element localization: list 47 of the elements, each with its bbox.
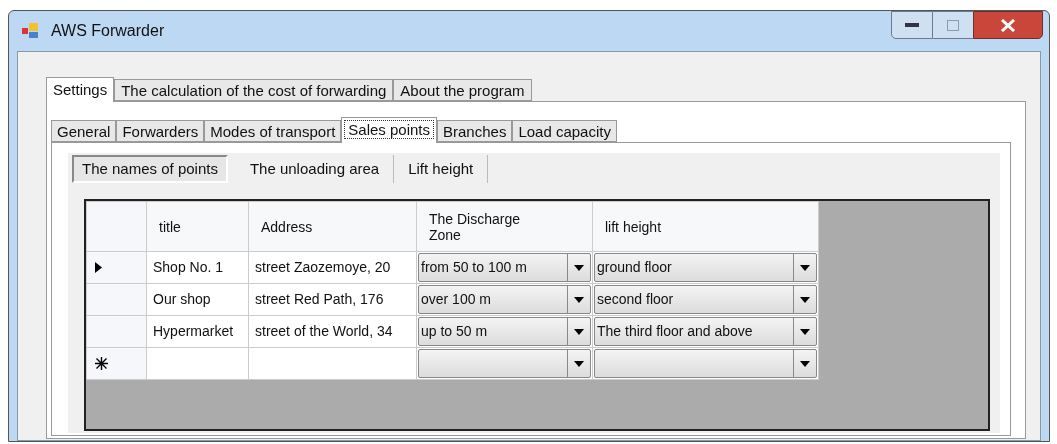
new-row-icon bbox=[95, 357, 108, 370]
tab[interactable]: The unloading area bbox=[235, 155, 395, 183]
column-header[interactable]: lift height bbox=[592, 201, 819, 252]
row-header[interactable] bbox=[86, 347, 147, 380]
table-cell: street Zaozemoye, 20 bbox=[255, 259, 391, 275]
table-cell: street Red Path, 176 bbox=[255, 291, 384, 307]
column-header[interactable]: Address bbox=[248, 201, 417, 252]
dropdown-field[interactable] bbox=[418, 349, 591, 378]
tab[interactable]: Modes of transport bbox=[204, 120, 342, 142]
tab[interactable]: General bbox=[51, 120, 117, 142]
maximize-icon bbox=[947, 19, 959, 31]
minimize-button[interactable] bbox=[891, 11, 933, 39]
tab[interactable]: Forwarders bbox=[116, 120, 205, 142]
dropdown-field[interactable]: over 100 m bbox=[418, 285, 591, 314]
window-title: AWS Forwarder bbox=[51, 21, 165, 41]
tab[interactable]: Lift height bbox=[394, 155, 489, 183]
dropdown-arrow-icon bbox=[574, 296, 584, 303]
dropdown-field[interactable]: The third floor and above bbox=[594, 317, 817, 346]
dropdown-arrow-icon bbox=[574, 264, 584, 271]
dropdown-arrow-icon bbox=[800, 296, 810, 303]
tab[interactable]: Branches bbox=[437, 120, 513, 142]
column-header[interactable]: title bbox=[146, 201, 249, 252]
column-header[interactable]: The Discharge Zone bbox=[416, 201, 593, 252]
dropdown-field[interactable]: up to 50 m bbox=[418, 317, 591, 346]
tab[interactable]: Load capacity bbox=[512, 120, 617, 142]
dropdown-arrow-icon bbox=[800, 328, 810, 335]
close-button[interactable] bbox=[973, 11, 1043, 39]
close-icon bbox=[1000, 18, 1016, 32]
tab[interactable]: The names of points bbox=[72, 155, 228, 183]
table-cell: Our shop bbox=[153, 291, 211, 307]
tab[interactable]: Sales points bbox=[341, 117, 437, 143]
minimize-icon bbox=[905, 22, 919, 28]
table-cell: Shop No. 1 bbox=[153, 259, 224, 275]
table-cell: Hypermarket bbox=[153, 323, 234, 339]
tab[interactable]: Settings bbox=[46, 77, 115, 102]
dropdown-arrow-icon bbox=[800, 360, 810, 367]
dropdown-arrow-icon bbox=[800, 264, 810, 271]
dropdown-field[interactable] bbox=[594, 349, 817, 378]
dropdown-field[interactable]: from 50 to 100 m bbox=[418, 253, 591, 282]
app-icon bbox=[21, 22, 41, 40]
tab[interactable]: The calculation of the cost of forwarding bbox=[114, 79, 394, 101]
table-cell: street of the World, 34 bbox=[255, 323, 393, 339]
tab[interactable]: About the program bbox=[393, 79, 532, 101]
dropdown-field[interactable]: ground floor bbox=[594, 253, 817, 282]
dropdown-field[interactable]: second floor bbox=[594, 285, 817, 314]
dropdown-arrow-icon bbox=[574, 328, 584, 335]
dropdown-arrow-icon bbox=[574, 360, 584, 367]
